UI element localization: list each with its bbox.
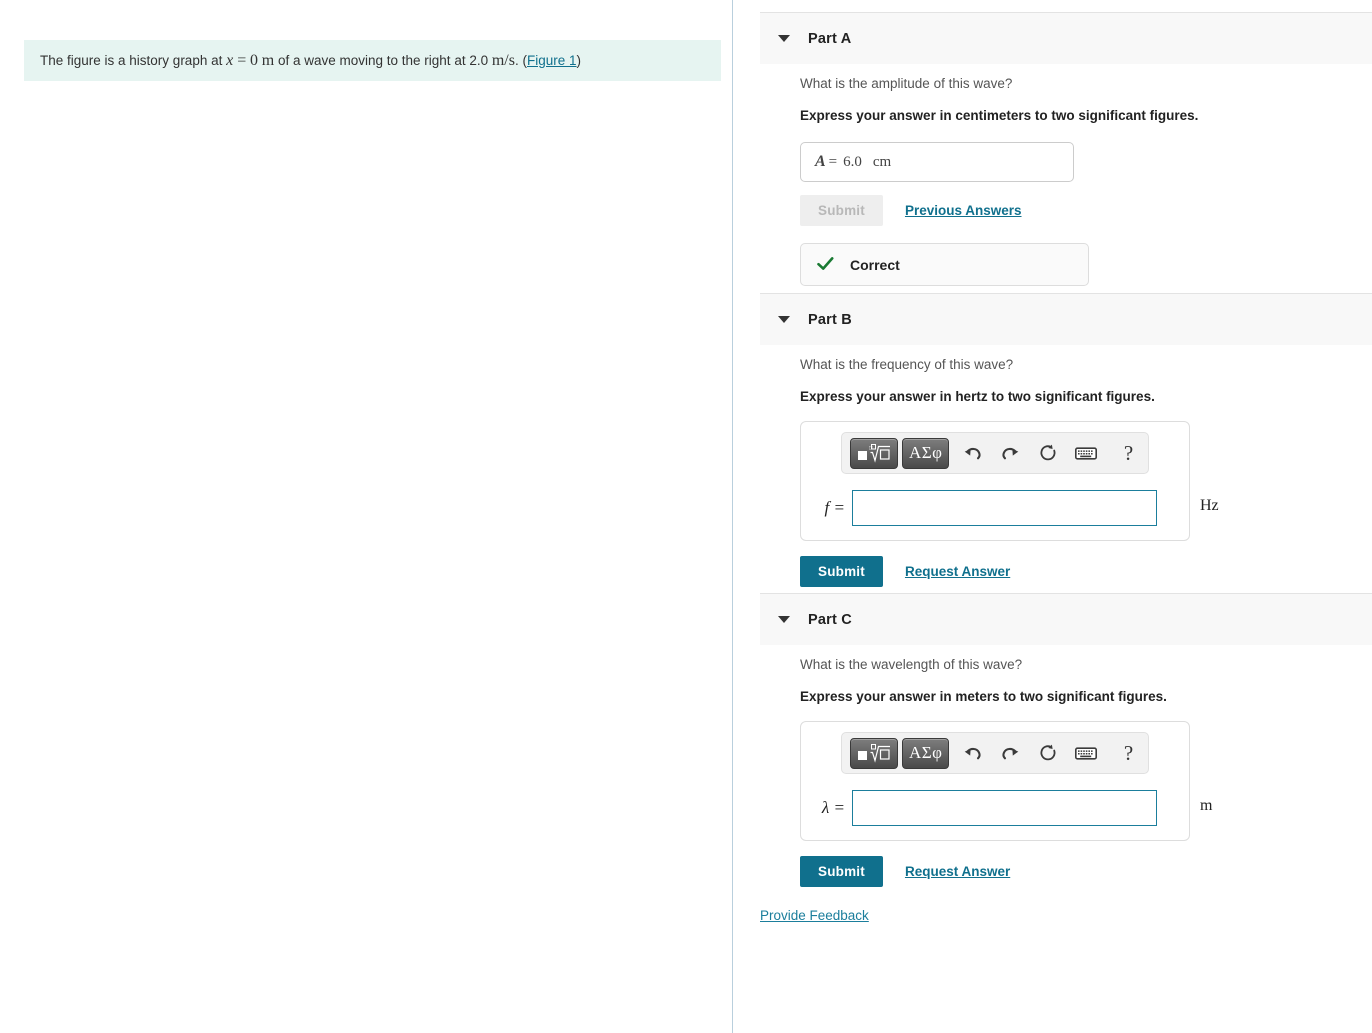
template-sqrt-button[interactable]	[850, 737, 898, 769]
part-body-part-a: What is the amplitude of this wave? Expr…	[800, 76, 1198, 286]
keyboard-icon[interactable]	[1071, 438, 1101, 468]
problem-statement-text: The figure is a history graph at x = 0 m…	[40, 49, 581, 72]
part-header-part-c[interactable]: Part C	[760, 593, 1372, 645]
submit-button-part-b[interactable]: Submit	[800, 556, 883, 587]
request-answer-link-part-c[interactable]: Request Answer	[905, 864, 1010, 879]
chevron-down-icon[interactable]	[778, 35, 790, 42]
redo-icon[interactable]	[995, 738, 1025, 768]
entry-row-part-c: λ =	[801, 790, 1189, 826]
chevron-down-icon[interactable]	[778, 316, 790, 323]
problem-statement-box: The figure is a history graph at x = 0 m…	[24, 40, 721, 81]
statement-equals: =	[237, 51, 247, 69]
undo-icon[interactable]	[957, 438, 987, 468]
previous-answers-link[interactable]: Previous Answers	[905, 203, 1022, 218]
statement-unit-speed: m/s	[491, 51, 515, 69]
answer-pane: Part A What is the amplitude of this wav…	[734, 0, 1372, 1033]
status-badge-part-a: Correct	[800, 243, 1089, 286]
answer-variable-part-a: A	[815, 153, 826, 170]
question-text-part-b: What is the frequency of this wave?	[800, 357, 1014, 372]
statement-text-part-2: of a wave moving to the right at 2.0	[277, 52, 489, 68]
instruction-text-part-a: Express your answer in centimeters to tw…	[800, 108, 1199, 123]
math-entry-box-part-b: □ ΑΣφ ? f =	[800, 421, 1190, 541]
answer-value-part-a: 6.0	[843, 153, 862, 170]
answer-equals-part-a: =	[828, 153, 838, 170]
statement-unit-meters: m	[261, 51, 275, 69]
statement-text-part-1: The figure is a history graph at	[40, 52, 223, 68]
answer-entry-wrapper-part-c: ΑΣφ ? λ = m	[800, 721, 1212, 841]
reset-icon[interactable]	[1033, 738, 1063, 768]
entry-unit-part-b: Hz	[1200, 497, 1219, 514]
statement-paren-close: )	[576, 52, 582, 68]
entry-variable-part-c: λ =	[821, 798, 845, 817]
part-header-part-a[interactable]: Part A	[760, 12, 1372, 64]
entry-unit-part-c: m	[1200, 797, 1213, 814]
answer-input-part-c[interactable]	[852, 790, 1157, 826]
button-row-part-c: Submit Request Answer	[800, 856, 1190, 887]
undo-icon[interactable]	[957, 738, 987, 768]
part-title-part-a: Part A	[808, 30, 852, 47]
part-header-part-b[interactable]: Part B	[760, 293, 1372, 345]
template-sqrt-button[interactable]: □	[850, 437, 898, 469]
answer-input-part-b[interactable]	[852, 490, 1157, 526]
part-title-part-c: Part C	[808, 611, 852, 628]
provide-feedback-link[interactable]: Provide Feedback	[760, 908, 869, 923]
greek-symbols-button[interactable]: ΑΣφ	[902, 737, 950, 769]
request-answer-link-part-b[interactable]: Request Answer	[905, 564, 1010, 579]
math-toolbar-part-b: □ ΑΣφ ?	[841, 432, 1149, 474]
question-text-part-c: What is the wavelength of this wave?	[800, 657, 1023, 672]
answer-unit-part-a: cm	[872, 153, 892, 170]
problem-pane: The figure is a history graph at x = 0 m…	[0, 0, 733, 1033]
instruction-text-part-c: Express your answer in meters to two sig…	[800, 689, 1167, 704]
submit-button-part-a[interactable]: Submit	[800, 195, 883, 226]
statement-period: .	[514, 52, 519, 68]
help-icon[interactable]: ?	[1113, 438, 1143, 468]
math-entry-box-part-c: ΑΣφ ? λ =	[800, 721, 1190, 841]
status-label-part-a: Correct	[850, 256, 900, 273]
help-icon[interactable]: ?	[1113, 738, 1143, 768]
redo-icon[interactable]	[995, 438, 1025, 468]
entry-row-part-b: f =	[801, 490, 1189, 526]
submit-button-part-c[interactable]: Submit	[800, 856, 883, 887]
part-title-part-b: Part B	[808, 311, 852, 328]
button-row-part-a: Submit Previous Answers	[800, 195, 1198, 226]
part-body-part-c: What is the wavelength of this wave? Exp…	[800, 657, 1212, 887]
statement-value-x: 0	[249, 51, 258, 69]
instruction-text-part-b: Express your answer in hertz to two sign…	[800, 389, 1155, 404]
figure-link[interactable]: Figure 1	[527, 53, 577, 68]
math-toolbar-part-c: ΑΣφ ?	[841, 732, 1149, 774]
chevron-down-icon[interactable]	[778, 616, 790, 623]
answer-display-part-a[interactable]: A = 6.0 cm	[800, 142, 1074, 182]
button-row-part-b: Submit Request Answer	[800, 556, 1190, 587]
part-body-part-b: What is the frequency of this wave? Expr…	[800, 357, 1219, 587]
statement-variable-x: x	[226, 51, 234, 69]
reset-icon[interactable]	[1033, 438, 1063, 468]
greek-symbols-button[interactable]: ΑΣφ	[902, 437, 950, 469]
assignment-page: The figure is a history graph at x = 0 m…	[0, 0, 1372, 1033]
keyboard-icon[interactable]	[1071, 738, 1101, 768]
check-icon	[817, 256, 834, 274]
entry-variable-part-b: f =	[824, 498, 845, 517]
question-text-part-a: What is the amplitude of this wave?	[800, 76, 1013, 91]
answer-entry-wrapper-part-b: □ ΑΣφ ? f = Hz	[800, 421, 1219, 541]
